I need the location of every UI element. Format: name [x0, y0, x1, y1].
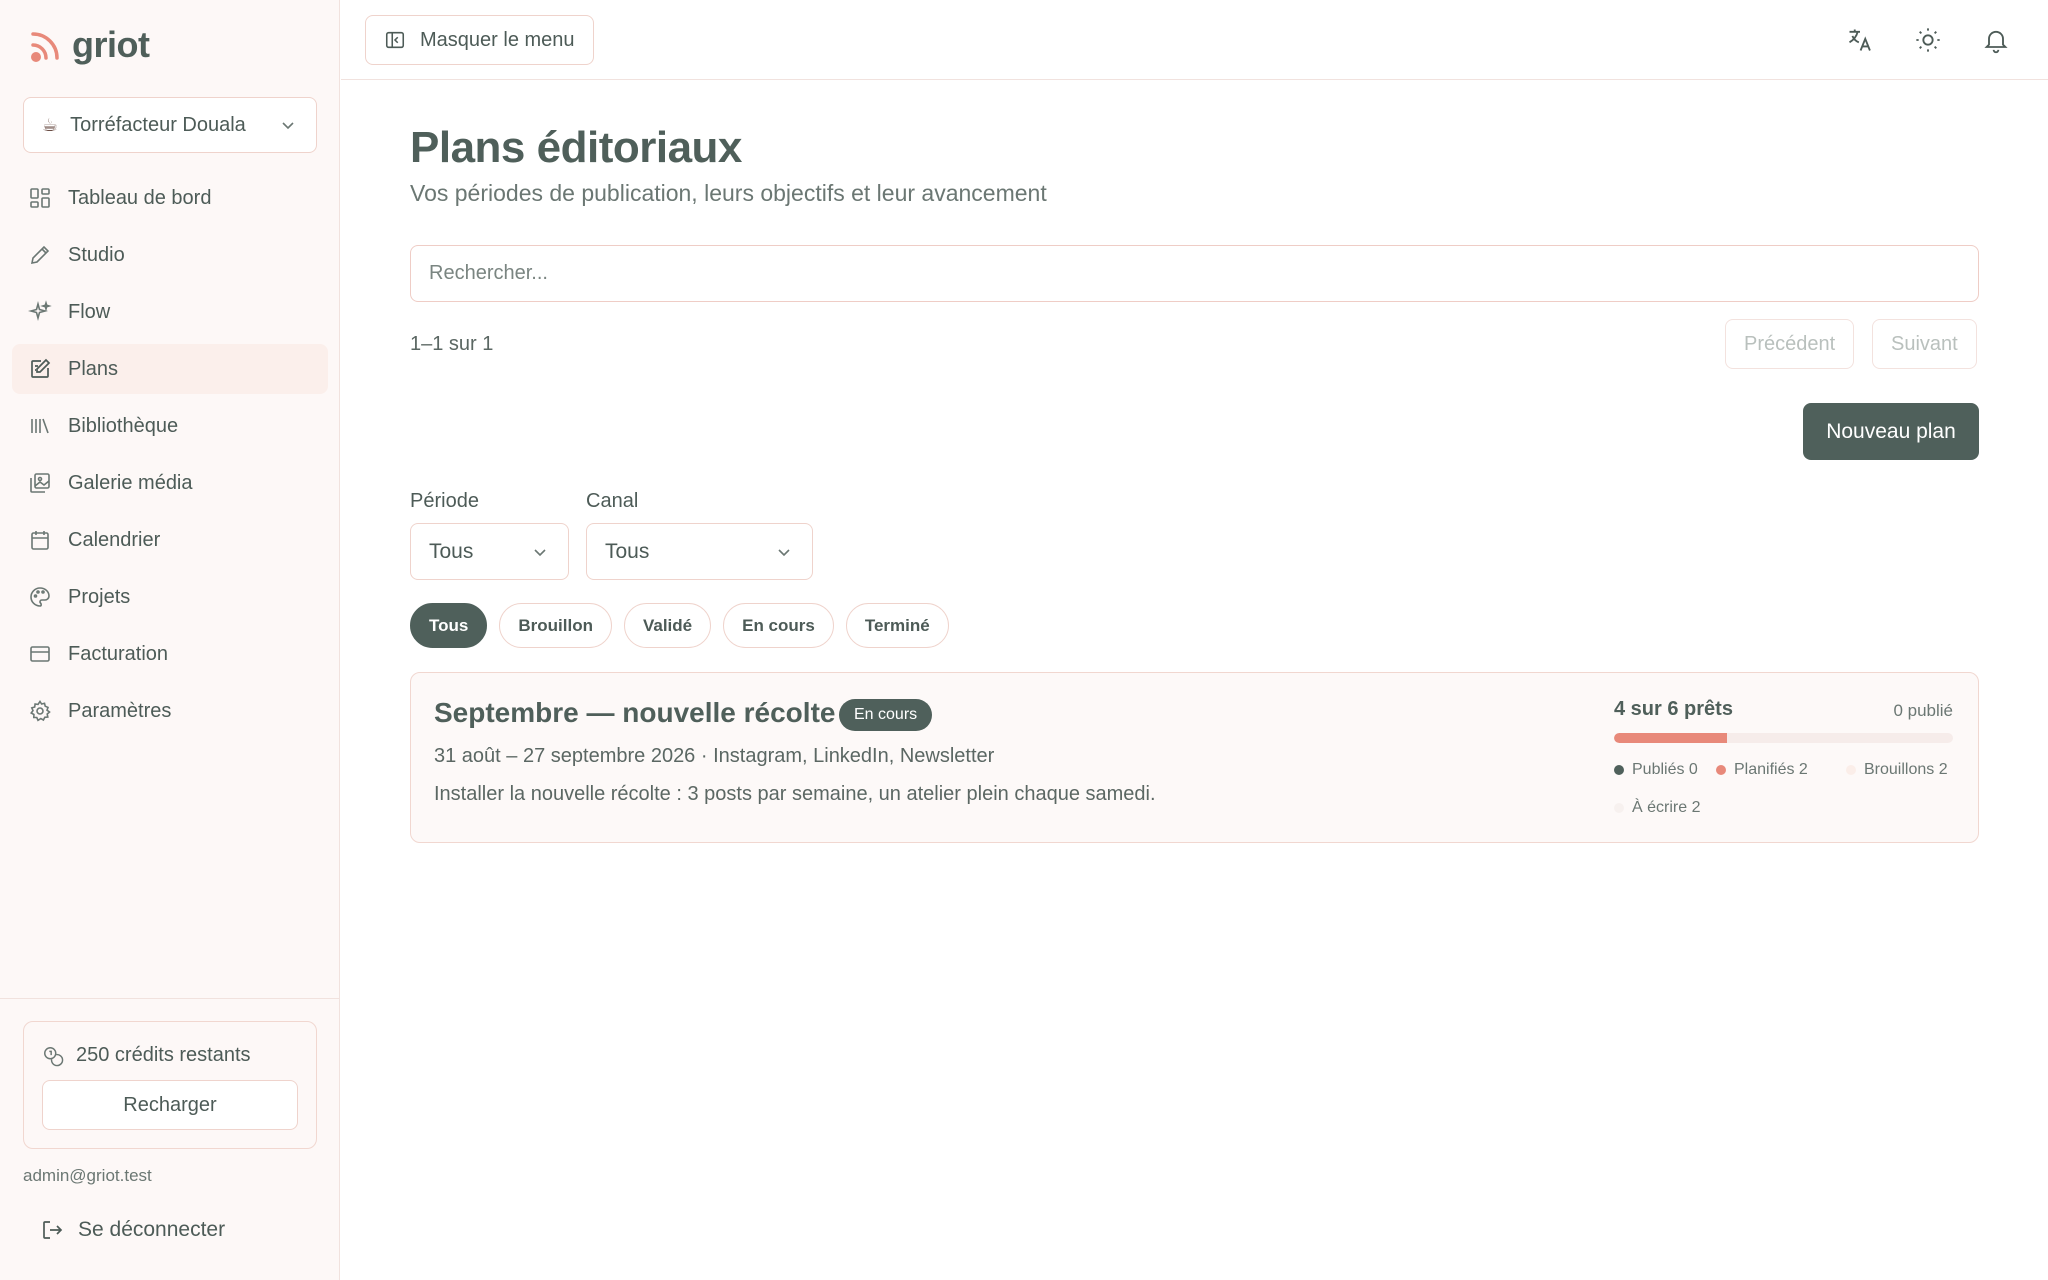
sidebar-item-flow[interactable]: Flow	[12, 287, 328, 337]
sidebar-item-dashboard[interactable]: Tableau de bord	[12, 173, 328, 223]
coffee-icon: ☕	[42, 114, 59, 135]
channel-select[interactable]: Tous	[586, 523, 813, 580]
period-select-value: Tous	[429, 539, 474, 563]
status-badge: En cours	[839, 699, 933, 731]
logo-icon	[31, 32, 59, 62]
sidebar-item-billing[interactable]: Facturation	[12, 629, 328, 679]
sidebar-item-calendar[interactable]: Calendrier	[12, 515, 328, 565]
chevron-down-icon	[534, 548, 546, 556]
sidebar-item-studio[interactable]: Studio	[12, 230, 328, 280]
page-title: Plans éditoriaux	[410, 123, 742, 172]
status-pill-in-progress[interactable]: En cours	[723, 603, 834, 648]
topbar: Masquer le menu	[341, 0, 2048, 80]
channel-select-value: Tous	[605, 539, 650, 563]
calendar-icon	[31, 531, 49, 550]
sidebar-item-label: Plans	[68, 357, 119, 380]
sparkles-icon	[28, 300, 52, 322]
workspace-selector[interactable]: ☕ Torréfacteur Douala	[23, 97, 317, 153]
palette-icon	[30, 587, 50, 607]
plan-title[interactable]: Septembre — nouvelle récolte	[434, 697, 835, 729]
legend-label: Planifiés 2	[1734, 761, 1808, 778]
legend-label: Publiés 0	[1632, 761, 1698, 778]
hide-menu-label: Masquer le menu	[420, 28, 575, 51]
gallery-icon	[30, 473, 50, 493]
sidebar-item-label: Bibliothèque	[68, 414, 179, 437]
sidebar-item-label: Paramètres	[68, 699, 172, 722]
sidebar-item-settings[interactable]: Paramètres	[12, 686, 328, 736]
sidebar-collapse-icon	[385, 31, 405, 49]
sidebar-item-label: Galerie média	[68, 471, 193, 494]
status-pill-done[interactable]: Terminé	[845, 603, 949, 648]
sidebar-item-label: Tableau de bord	[68, 186, 212, 209]
credits-panel: 250 crédits restants Recharger	[23, 1021, 317, 1149]
logout-label: Se déconnecter	[78, 1218, 226, 1241]
hide-menu-button[interactable]: Masquer le menu	[365, 15, 594, 65]
plan-dates-channels: 31 août – 27 septembre 2026 · Instagram,…	[434, 745, 995, 767]
app-logo[interactable]: griot	[28, 24, 150, 66]
recharge-button[interactable]: Recharger	[42, 1080, 298, 1130]
status-filter-pills: Tous Brouillon Validé En cours Terminé	[410, 603, 949, 648]
previous-page-button[interactable]: Précédent	[1725, 319, 1855, 369]
pagination-info: 1–1 sur 1	[410, 333, 494, 355]
sidebar-item-label: Flow	[68, 300, 111, 323]
progress-bar	[1614, 733, 1953, 743]
legend-label: À écrire 2	[1632, 799, 1701, 816]
search-input[interactable]	[410, 245, 1979, 302]
edit-document-icon	[31, 358, 51, 378]
legend-dot	[1614, 803, 1624, 813]
credits-label: 250 crédits restants	[76, 1044, 251, 1066]
period-select[interactable]: Tous	[410, 523, 569, 580]
legend-to-write: À écrire 2	[1614, 799, 1700, 817]
pencil-icon	[30, 245, 50, 265]
credit-card-icon	[30, 646, 50, 662]
sidebar-item-media-gallery[interactable]: Galerie média	[12, 458, 328, 508]
plan-card[interactable]: Septembre — nouvelle récolte En cours 31…	[410, 672, 1979, 843]
status-pill-all[interactable]: Tous	[410, 603, 488, 648]
sidebar-item-library[interactable]: Bibliothèque	[12, 401, 328, 451]
sidebar-item-label: Studio	[68, 243, 125, 266]
user-email: admin@griot.test	[23, 1166, 152, 1185]
new-plan-button[interactable]: Nouveau plan	[1803, 403, 1979, 460]
legend-scheduled: Planifiés 2	[1716, 761, 1808, 779]
channel-filter-label: Canal	[586, 490, 639, 512]
sidebar-divider	[0, 998, 340, 999]
status-pill-draft[interactable]: Brouillon	[499, 603, 612, 648]
legend-drafts: Brouillons 2	[1846, 761, 1948, 779]
sidebar-item-projects[interactable]: Projets	[12, 572, 328, 622]
progress-summary: 4 sur 6 prêts	[1614, 698, 1733, 720]
period-filter-label: Période	[410, 490, 479, 512]
sidebar: griot ☕ Torréfacteur Douala Tableau de b…	[0, 0, 340, 1280]
gear-icon	[30, 700, 51, 722]
dashboard-icon	[30, 188, 50, 208]
progress-bar-fill	[1614, 733, 1727, 743]
sidebar-item-label: Calendrier	[68, 528, 161, 551]
legend-dot	[1614, 765, 1624, 775]
app-name: griot	[72, 24, 150, 65]
next-page-button[interactable]: Suivant	[1872, 319, 1977, 369]
published-count: 0 publié	[1893, 701, 1953, 720]
translate-icon[interactable]	[1846, 26, 1874, 54]
chevron-down-icon	[778, 548, 790, 556]
workspace-name: Torréfacteur Douala	[70, 113, 246, 136]
plan-description: Installer la nouvelle récolte : 3 posts …	[434, 783, 1156, 805]
coins-icon	[44, 1046, 64, 1066]
bell-icon[interactable]	[1982, 26, 2010, 54]
sidebar-item-plans[interactable]: Plans	[12, 344, 328, 394]
page-subtitle: Vos périodes de publication, leurs objec…	[410, 180, 1047, 206]
theme-sun-icon[interactable]	[1914, 26, 1942, 54]
chevron-down-icon	[282, 122, 294, 130]
legend-dot	[1846, 765, 1856, 775]
library-icon	[31, 418, 49, 434]
logout-button[interactable]: Se déconnecter	[40, 1218, 225, 1242]
status-pill-validated[interactable]: Validé	[623, 603, 712, 648]
sidebar-nav: Tableau de bord Studio Flow Plans Biblio…	[12, 173, 328, 743]
legend-label: Brouillons 2	[1864, 761, 1948, 778]
legend-published: Publiés 0	[1614, 761, 1698, 779]
legend-dot	[1716, 765, 1726, 775]
sidebar-item-label: Facturation	[68, 642, 169, 665]
logout-icon	[43, 1221, 63, 1239]
sidebar-item-label: Projets	[68, 585, 131, 608]
